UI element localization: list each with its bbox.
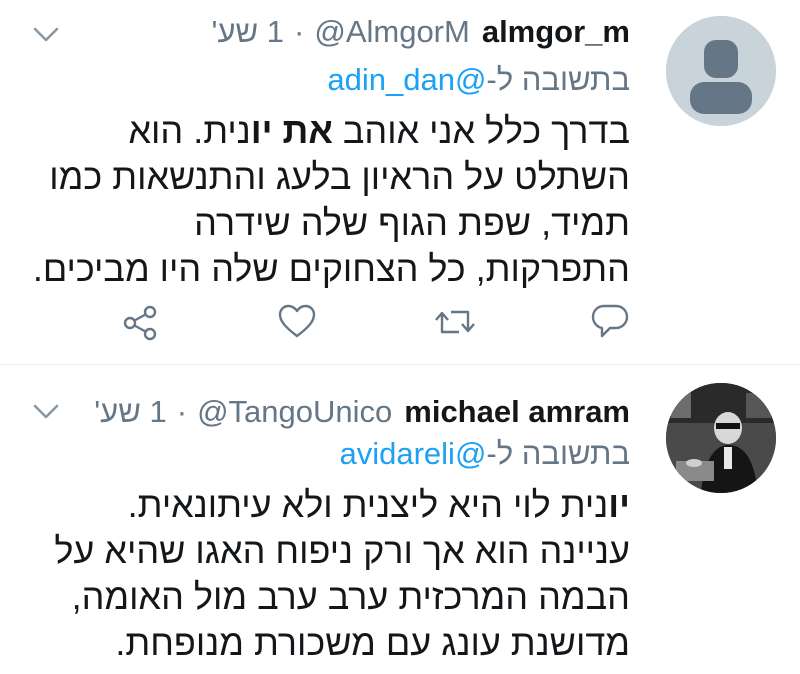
tweet-header: almgor_m @AlmgorM · 1 שע' (30, 12, 630, 52)
reply-context: בתשובה ל-@avidareli (339, 436, 630, 472)
tweet-actions (0, 302, 800, 342)
timestamp[interactable]: 1 שע' (212, 14, 284, 50)
tweet-text-bold: יו (608, 484, 630, 525)
reply-mention-link[interactable]: @adin_dan (327, 62, 486, 97)
tweet-text-part: נית לוי היא ליצנית ולא עיתונאית. עניינה … (54, 484, 630, 663)
avatar[interactable] (666, 16, 776, 126)
tweet-text-part: בדרך כלל אני אוהב (332, 110, 630, 151)
tweet[interactable]: michael amram @TangoUnico · 1 שע' בתשובה… (0, 365, 800, 674)
tweet[interactable]: almgor_m @AlmgorM · 1 שע' בתשובה ל-@adin… (0, 0, 800, 365)
display-name[interactable]: almgor_m (482, 14, 630, 50)
tweet-text-bold: את יו (250, 110, 333, 151)
separator: · (176, 394, 188, 429)
user-handle[interactable]: @AlmgorM (314, 14, 469, 50)
photo-avatar (666, 383, 776, 493)
like-icon[interactable] (277, 302, 317, 342)
tweet-text: בדרך כלל אני אוהב את יונית. הוא השתלט על… (30, 108, 630, 292)
user-handle[interactable]: @TangoUnico (197, 394, 392, 430)
avatar[interactable] (666, 383, 776, 493)
retweet-icon[interactable] (435, 302, 475, 342)
tweet-header: michael amram @TangoUnico · 1 שע' (30, 392, 630, 432)
reply-context: בתשובה ל-@adin_dan (327, 62, 630, 98)
display-name[interactable]: michael amram (404, 394, 630, 430)
share-icon[interactable] (120, 302, 160, 342)
timestamp[interactable]: 1 שע' (94, 394, 166, 430)
reply-mention-link[interactable]: @avidareli (339, 436, 486, 471)
reply-icon[interactable] (590, 302, 630, 342)
separator: · (294, 14, 305, 49)
reply-prefix: בתשובה ל- (486, 62, 630, 97)
chevron-down-icon[interactable] (30, 395, 62, 427)
tweet-text: יונית לוי היא ליצנית ולא עיתונאית. עניינ… (30, 482, 630, 666)
default-avatar-icon (666, 16, 776, 126)
chevron-down-icon[interactable] (30, 18, 62, 50)
reply-prefix: בתשובה ל- (486, 436, 630, 471)
